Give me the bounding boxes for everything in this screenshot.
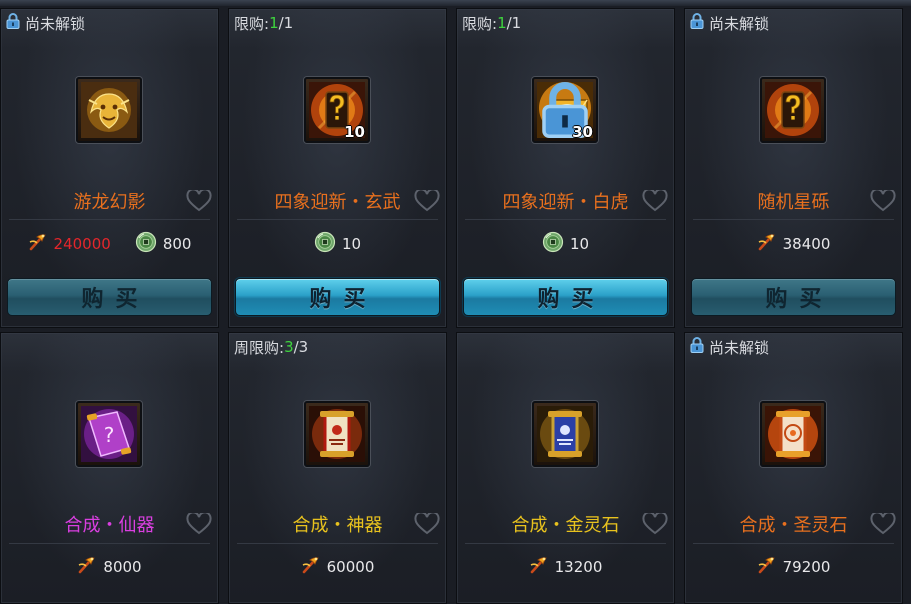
item-icon-frame[interactable] [304, 401, 370, 467]
shop-item-card[interactable]: 限购: 1/1 30 四象迎新・白虎 10 购买 [456, 8, 675, 328]
lock-icon [690, 13, 709, 33]
shop-item-card[interactable]: 尚未解锁 随机星砾 38400 购买 [684, 8, 903, 328]
yuanbao-icon [28, 232, 48, 256]
price-row: 10 [229, 231, 446, 257]
limit-label: 限购: [462, 14, 498, 33]
shop-item-card[interactable]: 合成・金灵石 13200 [456, 332, 675, 604]
lock-icon [690, 337, 709, 357]
price-value: 10 [569, 235, 590, 253]
divider [693, 219, 894, 220]
item-icon-frame[interactable] [532, 401, 598, 467]
limit-count: 1 [269, 14, 279, 32]
buy-button[interactable]: 购买 [7, 278, 212, 316]
buy-button[interactable]: 购买 [235, 278, 440, 316]
buy-button[interactable]: 购买 [691, 278, 896, 316]
yuanbao-icon [77, 555, 97, 579]
jade-coin-icon [314, 231, 336, 257]
price-value: 240000 [53, 235, 111, 253]
limit-label: 限购: [234, 14, 270, 33]
yuanbao-icon [757, 555, 777, 579]
shop-item-card[interactable]: ? 合成・仙器 8000 [0, 332, 219, 604]
jade-coin-icon [542, 231, 564, 257]
limit-total: /1 [506, 14, 522, 32]
locked-tag-label: 尚未解锁 [709, 14, 770, 33]
item-icon-frame[interactable] [760, 77, 826, 143]
shop-item-card[interactable]: 限购: 1/1 10 四象迎新・玄武 10 购买 [228, 8, 447, 328]
price-row: 240000 800 [1, 231, 218, 257]
shop-item-card[interactable]: 周限购: 3/3 合成・神器 60000 [228, 332, 447, 604]
item-icon-frame[interactable]: 10 [304, 77, 370, 143]
item-icon-frame[interactable]: 30 [532, 77, 598, 143]
locked-tag-label: 尚未解锁 [25, 14, 86, 33]
shop-item-card[interactable]: 尚未解锁 游龙幻影 240000 800 购买 [0, 8, 219, 328]
price-row: 79200 [685, 555, 902, 579]
divider [465, 219, 666, 220]
limit-total: /3 [293, 338, 309, 356]
item-icon-frame[interactable] [760, 401, 826, 467]
jade-coin-icon [135, 231, 157, 257]
locked-tag: 尚未解锁 [6, 13, 85, 33]
item-icon-frame[interactable] [76, 77, 142, 143]
price-row: 60000 [229, 555, 446, 579]
price-row: 38400 [685, 232, 902, 256]
item-icon-frame[interactable]: ? [76, 401, 142, 467]
yuanbao-icon [757, 232, 777, 256]
price-value: 79200 [782, 558, 831, 576]
limit-count: 1 [497, 14, 507, 32]
purchase-limit-tag: 限购: 1/1 [234, 13, 293, 33]
divider [465, 543, 666, 544]
purchase-limit-tag: 限购: 1/1 [462, 13, 521, 33]
yuanbao-icon [301, 555, 321, 579]
limit-count: 3 [284, 338, 294, 356]
svg-text:?: ? [104, 423, 115, 447]
price-row: 13200 [457, 555, 674, 579]
item-quantity: 30 [572, 123, 593, 141]
price-value: 13200 [554, 558, 603, 576]
price-value: 38400 [782, 235, 831, 253]
price-value: 60000 [326, 558, 375, 576]
price-row: 10 [457, 231, 674, 257]
divider [237, 219, 438, 220]
price-value: 800 [162, 235, 192, 253]
divider [237, 543, 438, 544]
shop-item-card[interactable]: 尚未解锁 合成・圣灵石 79200 [684, 332, 903, 604]
price-value: 8000 [103, 558, 142, 576]
divider [693, 543, 894, 544]
shop-grid: 尚未解锁 游龙幻影 240000 800 购买 限购: 1/1 10 四象迎新・玄武 10 购买 限购… [0, 6, 911, 604]
purchase-limit-tag: 周限购: 3/3 [234, 337, 308, 357]
price-row: 8000 [1, 555, 218, 579]
limit-total: /1 [278, 14, 294, 32]
lock-icon [6, 13, 25, 33]
locked-tag: 尚未解锁 [690, 13, 769, 33]
divider [9, 543, 210, 544]
yuanbao-icon [529, 555, 549, 579]
locked-tag: 尚未解锁 [690, 337, 769, 357]
locked-tag-label: 尚未解锁 [709, 338, 770, 357]
buy-button[interactable]: 购买 [463, 278, 668, 316]
price-value: 10 [341, 235, 362, 253]
item-quantity: 10 [344, 123, 365, 141]
limit-label: 周限购: [234, 338, 285, 357]
divider [9, 219, 210, 220]
